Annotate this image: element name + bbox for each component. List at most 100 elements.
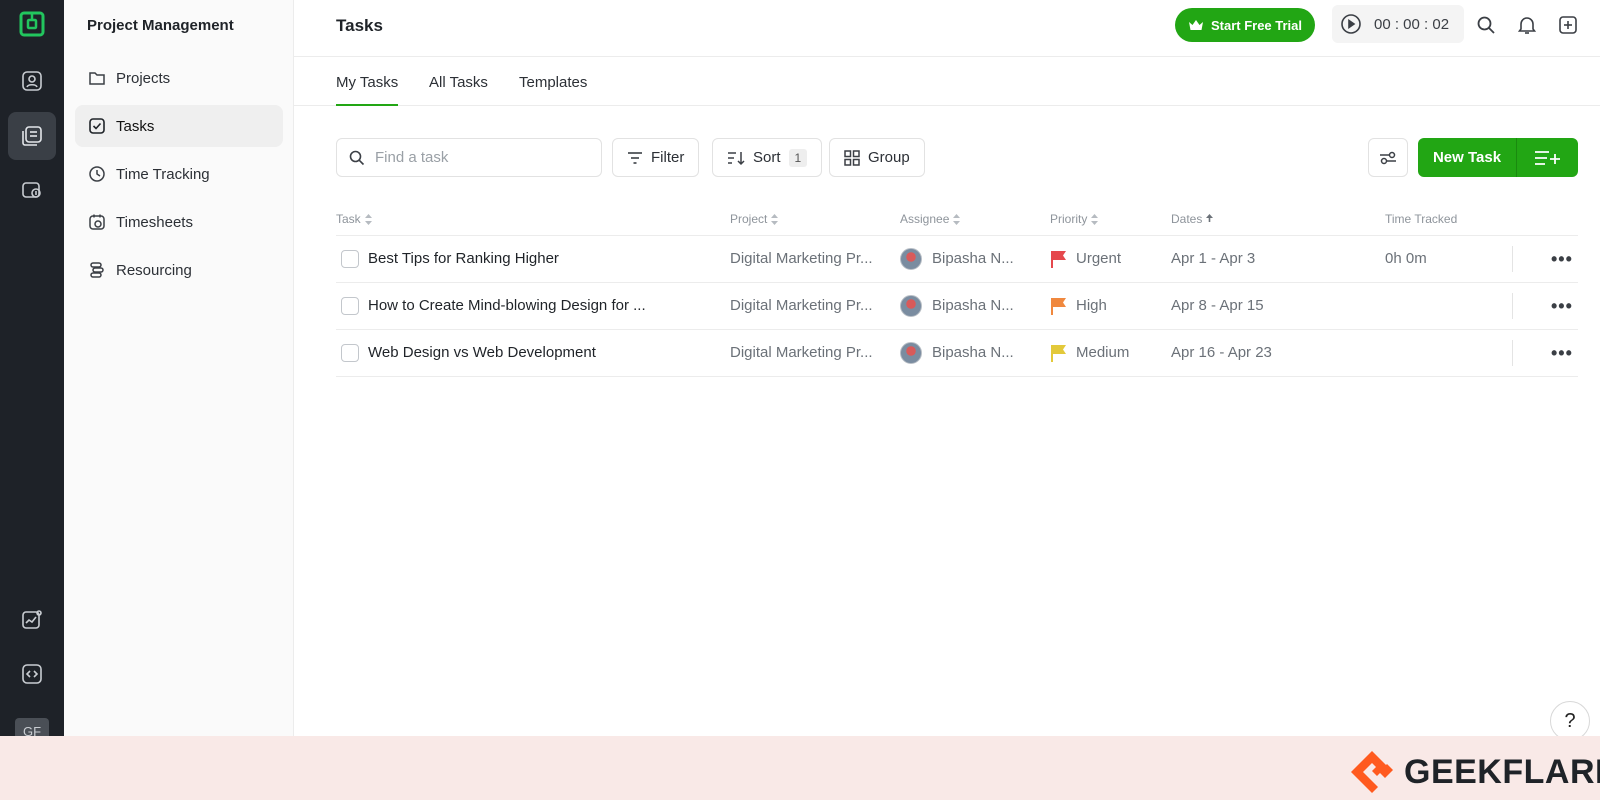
start-free-trial-button[interactable]: Start Free Trial [1175,8,1315,42]
rail-billing-button[interactable] [8,166,56,214]
notifications-button[interactable] [1515,13,1539,37]
task-project[interactable]: Digital Marketing Pr... [730,250,873,267]
plus-square-icon [1559,16,1577,34]
sidebar-item-label: Projects [116,69,171,87]
column-divider [1512,340,1513,366]
rail-reports-button[interactable] [8,596,56,644]
task-assignee[interactable]: Bipasha N... [932,250,1014,267]
task-project[interactable]: Digital Marketing Pr... [730,297,873,314]
watermark-logo: GEEKFLARE [1348,748,1600,796]
sidebar-item-label: Resourcing [116,261,192,279]
sort-icon [728,151,745,165]
documents-icon [22,126,42,146]
rail-integrations-button[interactable] [8,650,56,698]
column-header-dates[interactable]: Dates [1171,212,1214,226]
timer-widget[interactable]: 00 : 00 : 02 [1332,5,1464,43]
tab-all-tasks[interactable]: All Tasks [429,74,488,104]
sort-toggle-icon [771,213,779,225]
clock-icon [89,166,105,182]
column-header-priority[interactable]: Priority [1050,212,1099,226]
row-more-options-icon[interactable]: ••• [1551,249,1573,270]
folder-icon [89,72,105,85]
tab-my-tasks[interactable]: My Tasks [336,74,399,106]
timer-value: 00 : 00 : 02 [1374,15,1450,33]
section-title: Project Management [87,17,234,34]
filter-button[interactable]: Filter [612,138,700,177]
column-divider [1512,293,1513,319]
task-name[interactable]: How to Create Mind-blowing Design for ..… [368,297,646,314]
task-dates[interactable]: Apr 1 - Apr 3 [1171,250,1255,267]
top-header: Tasks Start Free Trial 00 : 00 : 02 [294,0,1600,57]
sort-toggle-icon [364,213,372,225]
task-assignee[interactable]: Bipasha N... [932,344,1014,361]
secondary-sidebar: Project Management Projects Tasks Time T… [64,0,294,736]
search-button[interactable] [1474,13,1498,37]
sidebar-item-timesheets[interactable]: Timesheets [75,201,283,243]
priority-flag-icon [1051,298,1066,315]
column-header-project[interactable]: Project [730,212,779,226]
row-more-options-icon[interactable]: ••• [1551,343,1573,364]
column-header-time-tracked[interactable]: Time Tracked [1385,212,1457,226]
sidebar-item-resourcing[interactable]: Resourcing [75,249,283,291]
task-name[interactable]: Web Design vs Web Development [368,344,596,361]
task-complete-checkbox[interactable] [341,344,359,362]
create-button[interactable] [1556,13,1580,37]
column-label: Time Tracked [1385,212,1458,226]
row-more-options-icon[interactable]: ••• [1551,296,1573,317]
task-priority[interactable]: High [1076,297,1107,314]
new-task-button[interactable]: New Task [1418,138,1517,177]
tab-templates[interactable]: Templates [519,74,587,104]
sort-toggle-icon [1091,213,1099,225]
task-project[interactable]: Digital Marketing Pr... [730,344,873,361]
search-input[interactable] [375,149,575,166]
task-priority[interactable]: Medium [1076,344,1129,361]
column-label: Dates [1171,212,1203,226]
wallet-icon [22,182,41,198]
sort-label: Sort [753,149,781,166]
rail-contacts-button[interactable] [8,57,56,105]
sidebar-item-tasks[interactable]: Tasks [75,105,283,147]
task-dates[interactable]: Apr 16 - Apr 23 [1171,344,1272,361]
task-search[interactable] [336,138,602,177]
checkbox-icon [89,118,105,134]
filter-icon [628,151,642,164]
group-button[interactable]: Group [829,138,925,177]
task-dates[interactable]: Apr 8 - Apr 15 [1171,297,1264,314]
new-task-split-button: New Task [1418,138,1578,177]
task-complete-checkbox[interactable] [341,250,359,268]
filter-label: Filter [651,149,685,166]
view-settings-button[interactable] [1368,138,1408,177]
table-row[interactable]: Best Tips for Ranking Higher Digital Mar… [336,236,1578,283]
geekflare-logo-icon [1351,751,1393,793]
sidebar-item-label: Tasks [116,117,155,135]
sidebar-item-time-tracking[interactable]: Time Tracking [75,153,283,195]
task-priority[interactable]: Urgent [1076,250,1121,267]
rail-project-management-button[interactable] [8,112,56,160]
crown-icon [1188,20,1203,30]
table-row[interactable]: Web Design vs Web Development Digital Ma… [336,330,1578,377]
new-task-options-button[interactable] [1517,138,1578,177]
column-header-assignee[interactable]: Assignee [900,212,961,226]
help-button[interactable]: ? [1550,701,1590,741]
sort-toggle-icon [953,213,961,225]
code-icon [22,664,42,684]
play-icon[interactable] [1340,13,1362,35]
task-name[interactable]: Best Tips for Ranking Higher [368,250,559,267]
resourcing-icon [90,262,104,278]
sidebar-item-projects[interactable]: Projects [75,57,283,99]
column-header-task[interactable]: Task [336,212,372,226]
task-assignee[interactable]: Bipasha N... [932,297,1014,314]
tab-bar: My Tasks All Tasks Templates [294,57,1600,106]
task-time-tracked: 0h 0m [1385,250,1427,267]
table-row[interactable]: How to Create Mind-blowing Design for ..… [336,283,1578,330]
sidebar-item-label: Timesheets [116,213,193,231]
contact-card-icon [22,71,42,91]
watermark-text: GEEKFLARE [1404,752,1600,791]
assignee-avatar [900,342,922,364]
column-divider [1512,246,1513,272]
app-logo-icon[interactable] [18,10,46,38]
assignee-avatar [900,295,922,317]
task-complete-checkbox[interactable] [341,297,359,315]
sort-count-badge: 1 [788,148,808,167]
sort-button[interactable]: Sort 1 [712,138,823,177]
